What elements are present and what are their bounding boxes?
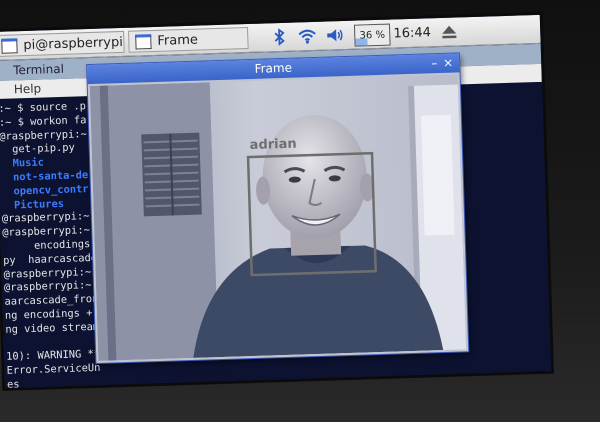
face-label: adrian xyxy=(249,137,296,153)
clock[interactable]: 16:44 xyxy=(392,22,433,43)
terminal-window-icon xyxy=(1,37,18,54)
cpu-monitor: 36 % xyxy=(353,23,391,47)
volume-icon[interactable] xyxy=(324,25,347,46)
frame-window-icon xyxy=(135,33,152,50)
photo-background: pi@raspberrypi: ~/... Frame xyxy=(0,0,600,422)
wifi-icon[interactable] xyxy=(296,26,319,47)
raspberry-pi-screen: pi@raspberrypi: ~/... Frame xyxy=(0,14,551,388)
video-feed: adrian xyxy=(89,74,467,361)
taskbar-terminal-label: pi@raspberrypi: ~/... xyxy=(23,33,125,53)
bluetooth-icon[interactable] xyxy=(271,27,288,47)
cpu-usage-text: 36 % xyxy=(359,29,386,42)
frame-title: Frame xyxy=(254,60,293,76)
frame-window[interactable]: Frame – × adrian xyxy=(87,53,469,363)
taskbar-terminal-button[interactable]: pi@raspberrypi: ~/... xyxy=(0,30,125,57)
eject-icon[interactable] xyxy=(438,21,461,42)
webcam-frame-image: adrian xyxy=(89,74,467,361)
close-button[interactable]: × xyxy=(443,54,454,73)
minimize-button[interactable]: – xyxy=(431,54,438,73)
menu-help[interactable]: Help xyxy=(14,82,42,97)
taskbar-frame-label: Frame xyxy=(157,32,199,49)
taskbar-frame-button[interactable]: Frame xyxy=(128,27,249,53)
terminal-title: Terminal xyxy=(12,61,65,78)
